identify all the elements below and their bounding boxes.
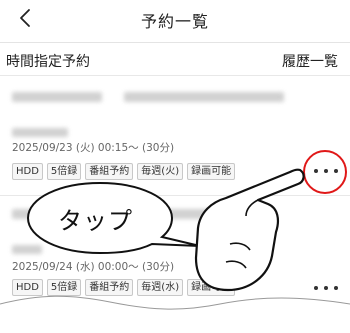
pointing-hand-icon [194, 168, 305, 292]
torn-edge [0, 295, 350, 333]
